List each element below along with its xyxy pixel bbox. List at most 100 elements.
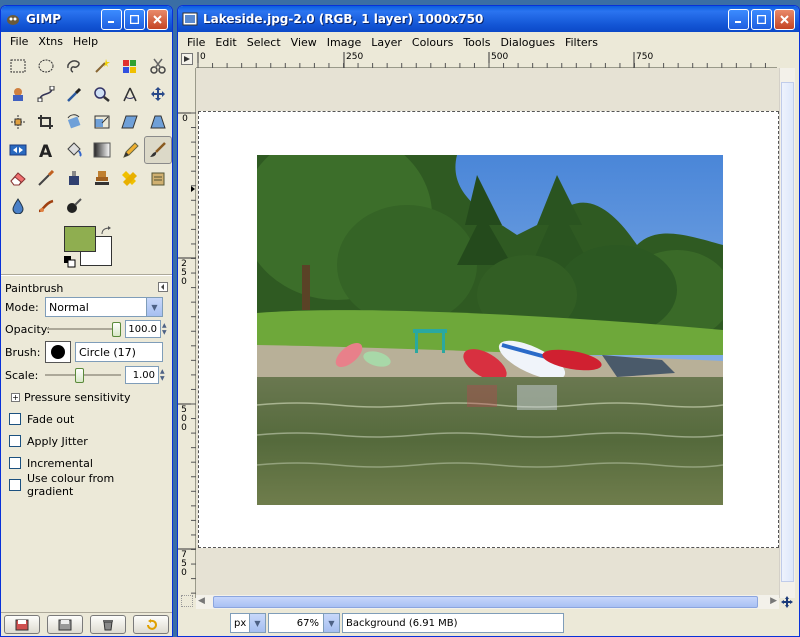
- align-icon[interactable]: [4, 108, 32, 136]
- toolbox-titlebar[interactable]: GIMP: [1, 6, 172, 32]
- scissors-icon[interactable]: [144, 52, 172, 80]
- checkbox-icon[interactable]: [9, 413, 21, 425]
- checkbox-icon[interactable]: [9, 457, 21, 469]
- dodge-burn-icon[interactable]: [60, 192, 88, 220]
- menu-dialogues[interactable]: Dialogues: [495, 36, 560, 49]
- pressure-sensitivity-expander[interactable]: + Pressure sensitivity: [1, 386, 172, 408]
- rect-select-icon[interactable]: [4, 52, 32, 80]
- perspective-icon[interactable]: [144, 108, 172, 136]
- scale-icon[interactable]: [88, 108, 116, 136]
- menu-tools[interactable]: Tools: [458, 36, 495, 49]
- menu-xtns[interactable]: Xtns: [33, 35, 68, 48]
- fade-out-checkbox[interactable]: Fade out: [1, 408, 172, 430]
- move-icon[interactable]: [144, 80, 172, 108]
- expander-plus-icon[interactable]: +: [11, 392, 20, 402]
- foreground-color-swatch[interactable]: [64, 226, 96, 252]
- ellipse-select-icon[interactable]: [32, 52, 60, 80]
- perspective-clone-icon[interactable]: [144, 164, 172, 192]
- bucket-fill-icon[interactable]: [60, 136, 88, 164]
- menu-select[interactable]: Select: [242, 36, 286, 49]
- menu-file[interactable]: File: [182, 36, 210, 49]
- navigate-icon[interactable]: [779, 595, 795, 609]
- close-button[interactable]: [774, 8, 795, 30]
- quick-menu-button[interactable]: [181, 53, 193, 65]
- chevron-down-icon[interactable]: ▼: [146, 298, 162, 316]
- menu-filters[interactable]: Filters: [560, 36, 603, 49]
- opacity-slider[interactable]: [47, 321, 121, 337]
- checkbox-icon[interactable]: [9, 435, 21, 447]
- blur-icon[interactable]: [4, 192, 32, 220]
- measure-icon[interactable]: [116, 80, 144, 108]
- text-icon[interactable]: A: [32, 136, 60, 164]
- opacity-spinbox[interactable]: 100.0: [125, 320, 161, 338]
- eraser-icon[interactable]: [4, 164, 32, 192]
- airbrush-icon[interactable]: [32, 164, 60, 192]
- menu-file[interactable]: File: [5, 35, 33, 48]
- brush-name-field[interactable]: Circle (17): [75, 342, 163, 362]
- chevron-down-icon[interactable]: ▼: [249, 614, 265, 632]
- unit-dropdown[interactable]: px ▼: [230, 613, 266, 633]
- minimize-button[interactable]: [101, 8, 122, 30]
- menu-view[interactable]: View: [286, 36, 322, 49]
- scale-slider-thumb[interactable]: [75, 368, 85, 383]
- spin-arrows-icon[interactable]: ▲ ▼: [162, 322, 167, 336]
- image-titlebar[interactable]: Lakeside.jpg-2.0 (RGB, 1 layer) 1000x750: [178, 6, 799, 32]
- scale-slider[interactable]: [45, 367, 121, 383]
- paths-icon[interactable]: [32, 80, 60, 108]
- color-picker-icon[interactable]: [60, 80, 88, 108]
- select-by-color-icon[interactable]: [116, 52, 144, 80]
- restore-options-button[interactable]: [47, 615, 84, 634]
- vertical-scrollbar[interactable]: [779, 68, 795, 598]
- rotate-icon[interactable]: [60, 108, 88, 136]
- opacity-slider-thumb[interactable]: [112, 322, 121, 337]
- options-menu-icon[interactable]: [158, 281, 168, 295]
- minimize-button[interactable]: [728, 8, 749, 30]
- crop-icon[interactable]: [32, 108, 60, 136]
- pencil-icon[interactable]: [116, 136, 144, 164]
- swap-colors-icon[interactable]: [100, 226, 112, 239]
- brush-preview-button[interactable]: [45, 341, 71, 363]
- horizontal-scrollbar[interactable]: ◀ ▶: [196, 595, 779, 609]
- chevron-down-icon[interactable]: ▼: [323, 614, 339, 632]
- use-gradient-checkbox[interactable]: Use colour from gradient: [1, 472, 172, 498]
- shear-icon[interactable]: [116, 108, 144, 136]
- save-options-button[interactable]: [4, 615, 41, 634]
- foreground-select-icon[interactable]: [4, 80, 32, 108]
- menu-help[interactable]: Help: [68, 35, 103, 48]
- ink-icon[interactable]: [60, 164, 88, 192]
- zoom-icon[interactable]: [88, 80, 116, 108]
- zoom-toggle-icon[interactable]: [181, 595, 193, 607]
- menu-colours[interactable]: Colours: [407, 36, 458, 49]
- image-canvas[interactable]: [198, 111, 779, 548]
- scroll-right-arrow-icon[interactable]: ▶: [770, 596, 777, 606]
- default-colors-icon[interactable]: [64, 256, 76, 271]
- free-select-icon[interactable]: [60, 52, 88, 80]
- close-button[interactable]: [147, 8, 168, 30]
- clone-icon[interactable]: [88, 164, 116, 192]
- blend-icon[interactable]: [88, 136, 116, 164]
- horizontal-scroll-thumb[interactable]: [213, 596, 758, 608]
- checkbox-icon[interactable]: [9, 479, 21, 491]
- apply-jitter-checkbox[interactable]: Apply Jitter: [1, 430, 172, 452]
- vertical-ruler[interactable]: 0 250 500 750: [178, 68, 196, 598]
- canvas-area[interactable]: [196, 68, 779, 598]
- reset-options-button[interactable]: [132, 615, 169, 634]
- menu-edit[interactable]: Edit: [210, 36, 241, 49]
- maximize-button[interactable]: [124, 8, 145, 30]
- maximize-button[interactable]: [751, 8, 772, 30]
- flip-icon[interactable]: [4, 136, 32, 164]
- smudge-icon[interactable]: [32, 192, 60, 220]
- spin-arrows-icon[interactable]: ▲ ▼: [160, 368, 165, 382]
- menu-layer[interactable]: Layer: [366, 36, 407, 49]
- delete-options-button[interactable]: [89, 615, 126, 634]
- mode-dropdown[interactable]: Normal ▼: [45, 297, 163, 317]
- horizontal-ruler[interactable]: 0 250 500 750: [196, 52, 777, 68]
- scroll-left-arrow-icon[interactable]: ◀: [198, 596, 205, 606]
- zoom-dropdown[interactable]: 67% ▼: [268, 613, 340, 633]
- menu-image[interactable]: Image: [322, 36, 366, 49]
- fuzzy-select-icon[interactable]: [88, 52, 116, 80]
- scale-spinbox[interactable]: 1.00: [125, 366, 159, 384]
- incremental-checkbox[interactable]: Incremental: [1, 452, 172, 474]
- vertical-scroll-thumb[interactable]: [781, 82, 794, 582]
- paintbrush-icon[interactable]: [144, 136, 172, 164]
